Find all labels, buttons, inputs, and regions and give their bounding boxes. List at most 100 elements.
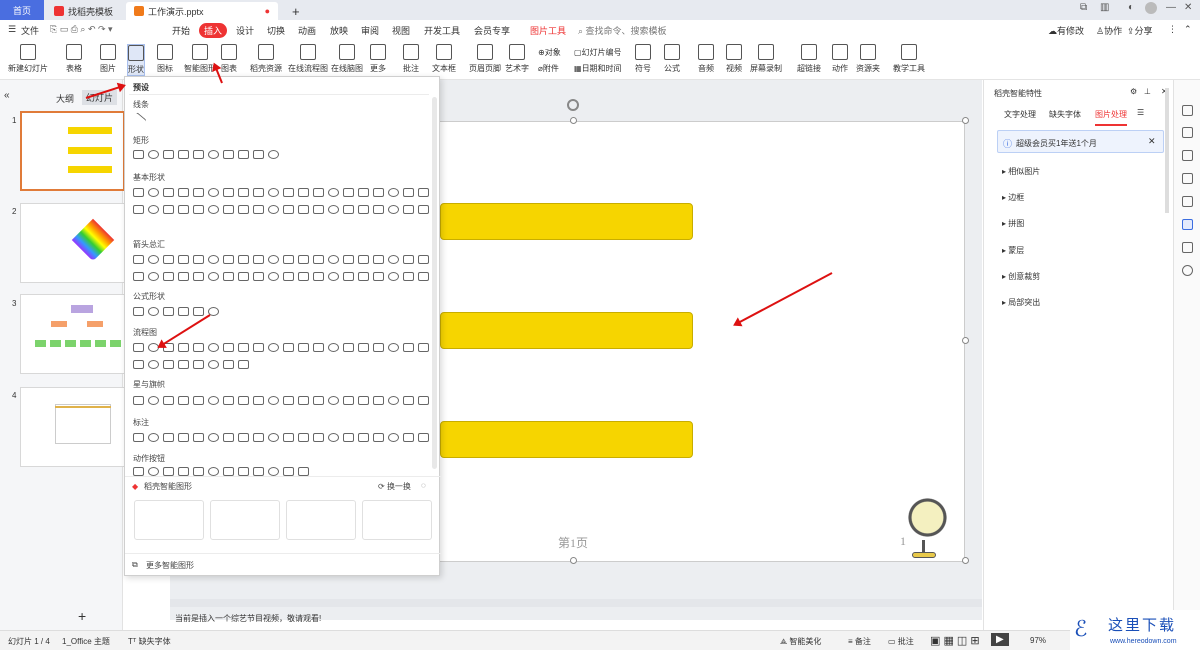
- view-buttons[interactable]: ▣ ▦ ◫ ⊞: [930, 634, 980, 647]
- shape-option[interactable]: [253, 255, 264, 264]
- chat-icon[interactable]: ◌: [421, 481, 426, 490]
- ribbon-btn-21[interactable]: 动作: [832, 44, 848, 74]
- slide-thumbnail-4[interactable]: [20, 387, 125, 467]
- shape-option[interactable]: [208, 255, 219, 264]
- shape-option[interactable]: [298, 433, 309, 442]
- collab-button[interactable]: ♙协作: [1096, 24, 1122, 37]
- shape-option[interactable]: [193, 360, 204, 369]
- shape-option[interactable]: [403, 188, 414, 197]
- menu-icon[interactable]: ☰: [1137, 108, 1144, 117]
- shape-option[interactable]: [418, 188, 429, 197]
- shape-option[interactable]: [313, 433, 324, 442]
- selection-handle[interactable]: [962, 557, 969, 564]
- shape-option[interactable]: [148, 360, 159, 369]
- item-local-highlight[interactable]: ▸ 局部突出: [1002, 297, 1040, 308]
- shape-option[interactable]: [208, 343, 219, 352]
- shape-option[interactable]: [133, 272, 144, 281]
- smart-graphic-card[interactable]: [286, 500, 356, 540]
- slide-number-button[interactable]: ▢幻灯片编号: [574, 47, 622, 58]
- shape-option[interactable]: [388, 255, 399, 264]
- tab-template[interactable]: 找稻壳模板: [46, 2, 124, 20]
- ribbon-btn-9[interactable]: 在线脑图: [331, 44, 363, 74]
- shape-option[interactable]: [223, 360, 234, 369]
- yellow-rounded-rect[interactable]: [440, 421, 693, 458]
- shape-option[interactable]: [388, 272, 399, 281]
- shape-option[interactable]: [133, 433, 144, 442]
- shape-option[interactable]: [193, 150, 204, 159]
- shape-option[interactable]: [343, 255, 354, 264]
- shape-option[interactable]: [373, 343, 384, 352]
- item-mask[interactable]: ▸ 蒙层: [1002, 245, 1024, 256]
- menu-view[interactable]: 视图: [392, 24, 410, 37]
- shape-option[interactable]: [403, 396, 414, 405]
- yellow-rounded-rect[interactable]: [440, 312, 693, 349]
- selection-handle[interactable]: [962, 337, 969, 344]
- collapse-panel-icon[interactable]: «: [4, 90, 10, 101]
- menu-transition[interactable]: 切换: [267, 24, 285, 37]
- slide-thumbnail-1[interactable]: [20, 111, 125, 191]
- ribbon-btn-6[interactable]: 图表: [221, 44, 237, 74]
- shape-option[interactable]: [373, 396, 384, 405]
- help-icon[interactable]: [1182, 265, 1193, 276]
- shape-option[interactable]: [403, 255, 414, 264]
- shape-option[interactable]: [313, 255, 324, 264]
- play-button[interactable]: ▶: [991, 633, 1009, 646]
- shape-option[interactable]: [358, 205, 369, 214]
- quick-access-icons[interactable]: ⎘ ▭ ⎙ ⌕ ↶ ↷ ▾: [50, 24, 113, 35]
- shape-option[interactable]: [283, 205, 294, 214]
- shape-option[interactable]: [358, 255, 369, 264]
- shape-option[interactable]: [253, 150, 264, 159]
- shape-option[interactable]: [268, 272, 279, 281]
- shape-option[interactable]: [253, 205, 264, 214]
- ribbon-btn-1[interactable]: 表格: [66, 44, 82, 74]
- shape-option[interactable]: [418, 205, 429, 214]
- ribbon-btn-4[interactable]: 图标: [157, 44, 173, 74]
- grid-icon[interactable]: ▥: [1100, 2, 1109, 13]
- shape-option[interactable]: [133, 150, 144, 159]
- tab-missing-fonts[interactable]: 缺失字体: [1049, 109, 1081, 120]
- shape-option[interactable]: [358, 188, 369, 197]
- shape-option[interactable]: [223, 188, 234, 197]
- shape-option[interactable]: [163, 360, 174, 369]
- shape-option[interactable]: [133, 343, 144, 352]
- rotate-handle-icon[interactable]: [567, 99, 579, 111]
- shape-option[interactable]: [148, 255, 159, 264]
- shape-option[interactable]: [163, 272, 174, 281]
- shape-option[interactable]: [268, 396, 279, 405]
- shape-option[interactable]: [358, 272, 369, 281]
- menu-dev[interactable]: 开发工具: [424, 24, 460, 37]
- shape-option[interactable]: [178, 433, 189, 442]
- shape-option[interactable]: [358, 433, 369, 442]
- new-tab-button[interactable]: +: [284, 2, 308, 20]
- shape-option[interactable]: [178, 205, 189, 214]
- shape-option[interactable]: [208, 272, 219, 281]
- menu-member[interactable]: 会员专享: [474, 24, 510, 37]
- shape-option[interactable]: [313, 396, 324, 405]
- tab-document[interactable]: 工作演示.pptx ●: [126, 2, 278, 20]
- item-creative-crop[interactable]: ▸ 创意裁剪: [1002, 271, 1040, 282]
- shape-option[interactable]: [193, 188, 204, 197]
- hamburger-icon[interactable]: ☰: [8, 24, 16, 35]
- shape-option[interactable]: [298, 205, 309, 214]
- shape-option[interactable]: [298, 188, 309, 197]
- shape-option[interactable]: [163, 467, 174, 476]
- shape-option[interactable]: [418, 272, 429, 281]
- shape-option[interactable]: [343, 205, 354, 214]
- shape-option[interactable]: [163, 205, 174, 214]
- tab-home[interactable]: 首页: [0, 0, 44, 20]
- shape-option[interactable]: [238, 272, 249, 281]
- menu-slideshow[interactable]: 放映: [330, 24, 348, 37]
- settings-icon[interactable]: ⚙: [1130, 87, 1137, 96]
- sliders-icon[interactable]: [1182, 127, 1193, 138]
- selection-handle[interactable]: [570, 557, 577, 564]
- theme-name[interactable]: 1_Office 主题: [62, 636, 110, 647]
- ribbon-btn-15[interactable]: 符号: [635, 44, 651, 74]
- shape-option[interactable]: [148, 467, 159, 476]
- tab-text-processing[interactable]: 文字处理: [1004, 109, 1036, 120]
- shape-option[interactable]: [313, 188, 324, 197]
- shape-option[interactable]: [223, 255, 234, 264]
- shape-option[interactable]: [208, 360, 219, 369]
- shape-option[interactable]: [208, 467, 219, 476]
- shape-option[interactable]: [238, 188, 249, 197]
- shape-option[interactable]: [268, 467, 279, 476]
